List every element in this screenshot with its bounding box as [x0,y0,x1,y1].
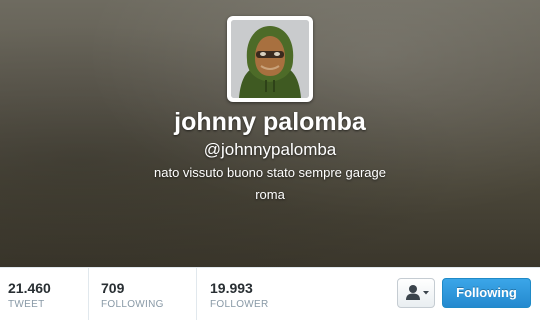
chevron-down-icon [423,291,429,295]
stat-tweets-label: TWEET [8,299,45,310]
stat-following[interactable]: 709 FOLLOWING [89,268,197,320]
avatar-frame[interactable] [227,16,313,102]
avatar-image [231,20,309,98]
stat-tweets-count: 21.460 [8,280,51,296]
profile-bio: nato vissuto buono stato sempre garage [154,165,386,180]
following-button[interactable]: Following [442,278,531,308]
profile-location: roma [255,187,285,202]
profile-handle: @johnnypalomba [203,140,337,159]
person-icon [406,285,429,300]
avatar[interactable] [231,20,309,98]
stat-following-label: FOLLOWING [101,299,164,310]
user-actions-dropdown[interactable] [397,278,435,308]
stat-followers-label: FOLLOWER [210,299,269,310]
profile-name: johnny palomba [174,108,366,136]
stat-following-count: 709 [101,280,125,296]
stat-followers[interactable]: 19.993 FOLLOWER [197,268,307,320]
profile-header: johnny palomba @johnnypalomba nato vissu… [0,0,540,267]
stat-tweets[interactable]: 21.460 TWEET [0,268,89,320]
stat-followers-count: 19.993 [210,280,253,296]
